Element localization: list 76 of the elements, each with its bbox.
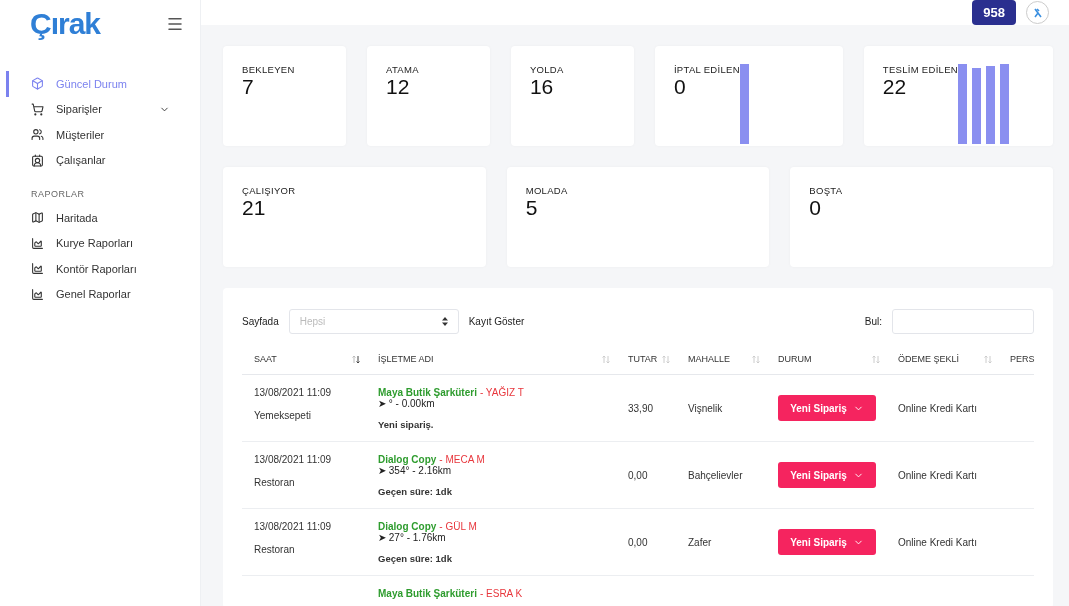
direction-text: ➤ ° - 0.00km — [378, 398, 436, 409]
search-field[interactable] — [892, 309, 1034, 334]
runner-icon — [1032, 7, 1043, 18]
logo[interactable]: Çırak — [30, 6, 101, 41]
nav-item[interactable]: Çalışanlar — [6, 147, 200, 173]
order-source: Yemeksepeti — [254, 410, 312, 421]
search-label: Bul: — [864, 316, 882, 327]
business-name: Dialog Copy - MECA M — [378, 454, 486, 465]
stat-label: İPTAL EDİLEN — [673, 64, 740, 75]
chart-icon — [31, 262, 44, 276]
cube-icon — [31, 77, 44, 91]
id-card-icon — [31, 153, 44, 167]
nav-item[interactable]: Kontör Raporları — [6, 256, 200, 282]
nav-item[interactable]: Genel Raporlar — [6, 281, 200, 307]
users-icon — [31, 128, 44, 142]
nav-item[interactable]: Güncel Durum — [6, 71, 200, 97]
column-header[interactable]: ÖDEME ŞEKLİ — [886, 344, 998, 375]
nav-item[interactable]: Kurye Raporları — [6, 230, 200, 256]
page-size-suffix: Kayıt Göster — [468, 316, 525, 327]
stat-label: ÇALIŞIYOR — [242, 185, 296, 196]
payment-method: Online Kredi Kartı — [898, 469, 978, 481]
direction-text: ➤ 27° - 1.76km — [378, 532, 447, 543]
column-header[interactable]: MAHALLE — [676, 344, 766, 375]
stat-label: BOŞTA — [809, 185, 843, 196]
stat-value: 0 — [809, 196, 823, 220]
nav-item[interactable]: Siparişler — [6, 96, 200, 122]
order-time: 13/08/2021 11:09 — [254, 387, 333, 398]
stat-value: 12 — [385, 75, 411, 99]
stat-value: 21 — [242, 196, 267, 220]
order-note: Yeni sipariş. — [378, 419, 435, 430]
order-note: Geçen süre: 1dk — [378, 486, 453, 497]
map-icon — [31, 211, 44, 225]
amount: 0,00 — [628, 469, 649, 481]
payment-method: Online Kredi Kartı — [898, 536, 978, 548]
district: Zafer — [688, 536, 713, 548]
stat-label: MOLADA — [525, 185, 568, 196]
page-size-label: Sayfada — [242, 316, 279, 327]
stat-value: 16 — [529, 75, 555, 99]
updown-icon — [441, 317, 448, 326]
column-header[interactable]: SAAT — [242, 344, 366, 375]
status-button[interactable]: Yeni Sipariş — [778, 395, 876, 421]
column-header[interactable]: TUTAR — [616, 344, 676, 375]
business-name: Maya Butik Şarküteri - YAĞIZ T — [378, 387, 525, 398]
section-heading: RAPORLAR — [30, 188, 86, 201]
order-source: Restoran — [254, 477, 296, 488]
direction-text: ➤ 354° - 2.16km — [378, 465, 453, 476]
column-header[interactable]: İŞLETME ADI — [366, 344, 616, 375]
stat-label: TESLİM EDİLEN — [882, 64, 958, 75]
stat-value: 7 — [242, 75, 255, 99]
count-badge: 958 — [972, 0, 1016, 25]
stat-value: 22 — [882, 75, 908, 99]
stat-label: ATAMA — [385, 64, 419, 75]
stat-value: 5 — [525, 196, 539, 220]
amount: 33,90 — [628, 402, 655, 414]
nav-item[interactable]: Müşteriler — [6, 122, 200, 148]
order-note: Geçen süre: 1dk — [378, 553, 453, 564]
nav-item[interactable]: Haritada — [6, 205, 200, 231]
order-time: 13/08/2021 11:09 — [254, 521, 333, 532]
column-header[interactable]: DURUM — [766, 344, 886, 375]
stat-label: YOLDA — [529, 64, 564, 75]
cart-icon — [31, 102, 44, 116]
status-button[interactable]: Yeni Sipariş — [778, 462, 876, 488]
district: Vişnelik — [688, 402, 724, 414]
district: Bahçelievler — [688, 469, 744, 481]
order-time: 13/08/2021 11:09 — [254, 454, 333, 465]
order-source: Restoran — [254, 544, 296, 555]
business-name: Dialog Copy - GÜL M — [378, 521, 478, 532]
column-header[interactable]: PERS — [998, 344, 1034, 375]
amount: 0,00 — [628, 536, 649, 548]
status-button[interactable]: Yeni Sipariş — [778, 529, 876, 555]
stat-value: 0 — [673, 75, 687, 99]
business-name: Maya Butik Şarküteri - ESRA K — [378, 588, 524, 599]
chart-icon — [31, 236, 44, 250]
payment-method: Online Kredi Kartı — [898, 402, 978, 414]
chart-icon — [31, 287, 44, 301]
stat-label: BEKLEYEN — [242, 64, 295, 75]
